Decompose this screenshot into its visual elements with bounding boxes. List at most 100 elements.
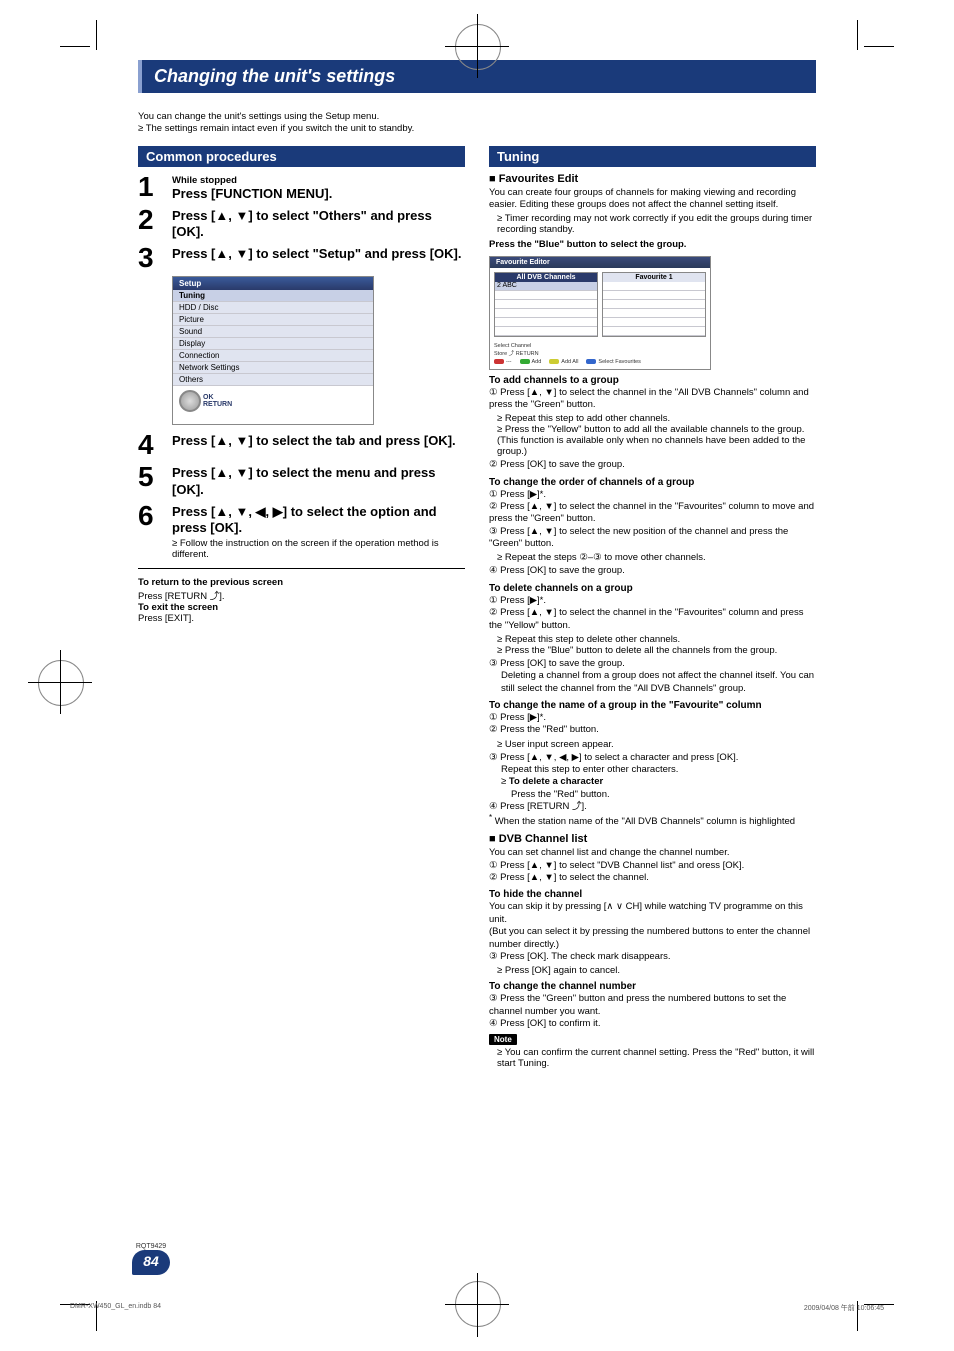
favourite-editor-title: Favourite Editor <box>490 257 710 268</box>
section-tuning: Tuning <box>489 146 816 167</box>
step-number: 6 <box>138 502 172 530</box>
step-1-bold: Press [FUNCTION MENU]. <box>172 186 465 202</box>
add-step1: ① Press [▲, ▼] to select the channel in … <box>489 387 816 412</box>
intro-block: You can change the unit's settings using… <box>138 111 816 136</box>
page-number: 84 <box>132 1250 170 1275</box>
step-1: 1 While stopped Press [FUNCTION MENU]. <box>138 173 465 202</box>
del-b2: Press the "Blue" button to delete all th… <box>497 645 816 656</box>
step-number: 4 <box>138 431 172 459</box>
blue-chip-icon <box>586 359 596 364</box>
left-column: Common procedures 1 While stopped Press … <box>138 146 465 625</box>
return-heading: To return to the previous screen <box>138 577 283 588</box>
dvb-s1: ① Press [▲, ▼] to select "DVB Channel li… <box>489 860 816 872</box>
setup-panel-title: Setup <box>173 277 373 290</box>
del-s1: ① Press [▶]*. <box>489 595 816 607</box>
right-column: Tuning ■ Favourites Edit You can create … <box>489 146 816 1072</box>
exit-body: Press [EXIT]. <box>138 613 194 624</box>
order-heading: To change the order of channels of a gro… <box>489 477 816 488</box>
step-2: 2 Press [▲, ▼] to select "Others" and pr… <box>138 206 465 241</box>
rename-s3b: Repeat this step to enter other characte… <box>501 764 816 776</box>
chnum-s3: ③ Press the "Green" button and press the… <box>489 993 816 1018</box>
setup-row-picture: Picture <box>173 314 373 326</box>
favourite-editor-footer: Select Channel Store ⤴ RETURN --- Add Ad… <box>490 341 710 369</box>
setup-row-tuning: Tuning <box>173 290 373 302</box>
favourites-body: You can create four groups of channels f… <box>489 187 816 212</box>
delete-heading: To delete channels on a group <box>489 583 816 594</box>
print-footer: DMR-XW450_GL_en.indb 84 2009/04/08 午前 10… <box>70 1303 884 1313</box>
dial-icon <box>179 390 201 412</box>
order-s3: ③ Press [▲, ▼] to select the new positio… <box>489 526 816 551</box>
hide-body1: You can skip it by pressing [∧ ∨ CH] whi… <box>489 901 816 926</box>
footer-left: DMR-XW450_GL_en.indb 84 <box>70 1303 161 1313</box>
step-number: 3 <box>138 244 172 272</box>
favourites-edit-heading: ■ Favourites Edit <box>489 173 816 185</box>
return-body: Press [RETURN ⤴]. <box>138 591 225 602</box>
order-bullet: Repeat the steps ②–③ to move other chann… <box>497 552 816 563</box>
add-channels-heading: To add channels to a group <box>489 375 816 386</box>
step-6-bold: Press [▲, ▼, ◀, ▶] to select the option … <box>172 504 465 537</box>
setup-row-display: Display <box>173 338 373 350</box>
page-title-text: Changing the unit's settings <box>154 66 395 86</box>
setup-panel-footer: OK RETURN <box>173 386 373 424</box>
step-3: 3 Press [▲, ▼] to select "Setup" and pre… <box>138 244 465 272</box>
note-body: You can confirm the current channel sett… <box>497 1047 816 1069</box>
del-s2: ② Press [▲, ▼] to select the channel in … <box>489 607 816 632</box>
section-common-procedures: Common procedures <box>138 146 465 167</box>
intro-bullet: ≥ The settings remain intact even if you… <box>138 123 414 134</box>
step-number: 2 <box>138 206 172 234</box>
footer-right: 2009/04/08 午前 10:06:45 <box>804 1303 884 1313</box>
rename-s3: ③ Press [▲, ▼, ◀, ▶] to select a charact… <box>489 752 816 764</box>
setup-row-network: Network Settings <box>173 362 373 374</box>
hide-heading: To hide the channel <box>489 889 816 900</box>
yellow-chip-icon <box>549 359 559 364</box>
manual-page: Changing the unit's settings You can cha… <box>0 0 954 1351</box>
rename-asterisk: * When the station name of the "All DVB … <box>489 813 816 827</box>
favourite-header: Favourite 1 <box>603 273 705 282</box>
add-bullet1: Repeat this step to add other channels. <box>497 413 816 424</box>
press-blue: Press the "Blue" button to select the gr… <box>489 239 816 251</box>
step-4: 4 Press [▲, ▼] to select the tab and pre… <box>138 431 465 459</box>
add-bullet2: Press the "Yellow" button to add all the… <box>497 424 816 457</box>
hide-s3: ③ Press [OK]. The check mark disappears. <box>489 951 816 963</box>
intro-line: You can change the unit's settings using… <box>138 111 379 122</box>
step-5: 5 Press [▲, ▼] to select the menu and pr… <box>138 463 465 498</box>
step-6-note: ≥ Follow the instruction on the screen i… <box>172 538 465 560</box>
hide-b1: Press [OK] again to cancel. <box>497 965 816 976</box>
dvb-body: You can set channel list and change the … <box>489 847 816 859</box>
order-s2: ② Press [▲, ▼] to select the channel in … <box>489 501 816 526</box>
chnum-heading: To change the channel number <box>489 981 816 992</box>
chnum-s4: ④ Press [OK] to confirm it. <box>489 1018 816 1030</box>
green-chip-icon <box>520 359 530 364</box>
rename-b1: User input screen appear. <box>497 739 816 750</box>
favourite-editor-panel: Favourite Editor All DVB Channels 2 ABC … <box>489 256 711 370</box>
setup-panel: Setup Tuning HDD / Disc Picture Sound Di… <box>172 276 374 425</box>
step-1-small: While stopped <box>172 175 465 186</box>
dvb-s2: ② Press [▲, ▼] to select the channel. <box>489 872 816 884</box>
setup-row-others: Others <box>173 374 373 386</box>
red-chip-icon <box>494 359 504 364</box>
channel-row: 2 ABC <box>495 282 597 291</box>
rename-s2: ② Press the "Red" button. <box>489 724 816 736</box>
favourite-column: Favourite 1 <box>602 272 706 337</box>
rqt-code: RQT9429 <box>130 1243 172 1250</box>
add-step2: ② Press [OK] to save the group. <box>489 459 816 471</box>
page-number-badge: RQT9429 84 <box>130 1243 172 1275</box>
step-4-bold: Press [▲, ▼] to select the tab and press… <box>172 433 465 449</box>
favourites-bullet: Timer recording may not work correctly i… <box>497 213 816 235</box>
rename-heading: To change the name of a group in the "Fa… <box>489 700 816 711</box>
dvb-heading: ■ DVB Channel list <box>489 833 816 845</box>
del-s3: ③ Press [OK] to save the group. <box>489 658 816 670</box>
setup-row-sound: Sound <box>173 326 373 338</box>
step-5-bold: Press [▲, ▼] to select the menu and pres… <box>172 465 465 498</box>
setup-row-connection: Connection <box>173 350 373 362</box>
order-s4: ④ Press [OK] to save the group. <box>489 565 816 577</box>
rename-del: ≥ To delete a character <box>501 776 816 788</box>
rename-del-body: Press the "Red" button. <box>511 789 816 801</box>
all-dvb-header: All DVB Channels <box>495 273 597 282</box>
rename-s1: ① Press [▶]*. <box>489 712 816 724</box>
step-number: 5 <box>138 463 172 491</box>
setup-row-hdd: HDD / Disc <box>173 302 373 314</box>
exit-heading: To exit the screen <box>138 602 218 613</box>
step-6: 6 Press [▲, ▼, ◀, ▶] to select the optio… <box>138 502 465 561</box>
step-number: 1 <box>138 173 172 201</box>
